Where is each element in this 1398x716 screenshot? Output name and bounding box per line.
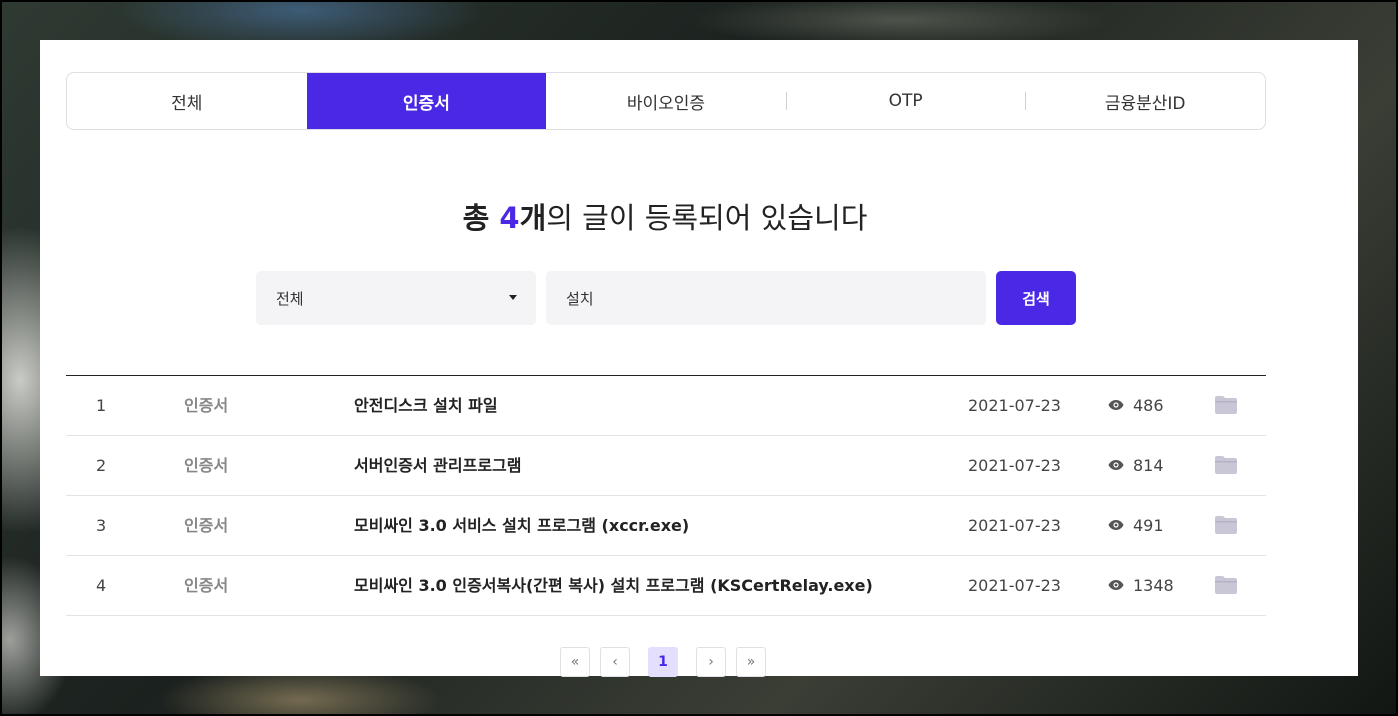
list-item[interactable]: 1 인증서 안전디스크 설치 파일 2021-07-23 486: [66, 376, 1266, 436]
search-filter-value: 전체: [276, 289, 304, 308]
post-count-heading: 총 4개의 글이 등록되어 있습니다: [40, 195, 1290, 237]
row-number: 1: [96, 396, 107, 415]
row-category: 인증서: [184, 456, 229, 475]
list-item[interactable]: 2 인증서 서버인증서 관리프로그램 2021-07-23 814: [66, 436, 1266, 496]
current-page-button[interactable]: 1: [648, 647, 678, 677]
list-item[interactable]: 4 인증서 모비싸인 3.0 인증서복사(간편 복사) 설치 프로그램 (KSC…: [66, 556, 1266, 616]
content-panel: 전체 인증서 바이오인증 OTP 금융분산ID 총 4개의 글이 등록되어 있습…: [40, 40, 1358, 677]
next-page-button[interactable]: ›: [696, 647, 726, 677]
row-date: 2021-07-23: [968, 396, 1061, 415]
row-number: 2: [96, 456, 107, 475]
search-input[interactable]: [546, 271, 986, 325]
prev-page-button[interactable]: ‹: [600, 647, 630, 677]
row-title[interactable]: 모비싸인 3.0 서비스 설치 프로그램 (xccr.exe): [354, 496, 689, 555]
row-views: 814: [1133, 456, 1164, 475]
search-button[interactable]: 검색: [996, 271, 1076, 325]
last-page-button[interactable]: »: [736, 647, 766, 677]
tab-distributed-id[interactable]: 금융분산ID: [1025, 73, 1265, 129]
row-number: 4: [96, 576, 107, 595]
row-number: 3: [96, 516, 107, 535]
tab-bio-auth[interactable]: 바이오인증: [546, 73, 786, 129]
eye-icon: [1108, 399, 1124, 411]
post-list: 1 인증서 안전디스크 설치 파일 2021-07-23 486 2 인증서 서…: [66, 375, 1266, 616]
folder-icon[interactable]: [1215, 516, 1237, 534]
list-item[interactable]: 3 인증서 모비싸인 3.0 서비스 설치 프로그램 (xccr.exe) 20…: [66, 496, 1266, 556]
count-number: 4: [499, 201, 520, 235]
first-page-button[interactable]: «: [560, 647, 590, 677]
tab-certificate[interactable]: 인증서: [306, 73, 547, 129]
search-filter-select[interactable]: 전체: [256, 271, 536, 325]
count-unit: 개: [519, 201, 547, 235]
folder-icon[interactable]: [1215, 396, 1237, 414]
folder-icon[interactable]: [1215, 576, 1237, 594]
row-category: 인증서: [184, 396, 229, 415]
row-category: 인증서: [184, 516, 229, 535]
folder-icon[interactable]: [1215, 456, 1237, 474]
eye-icon: [1108, 579, 1124, 591]
count-suffix: 의 글이 등록되어 있습니다: [546, 201, 868, 235]
row-title[interactable]: 안전디스크 설치 파일: [354, 376, 498, 435]
row-views: 1348: [1133, 576, 1174, 595]
row-views: 486: [1133, 396, 1164, 415]
count-prefix: 총: [462, 201, 500, 235]
row-views: 491: [1133, 516, 1164, 535]
row-title[interactable]: 모비싸인 3.0 인증서복사(간편 복사) 설치 프로그램 (KSCertRel…: [354, 556, 873, 615]
caret-down-icon: [509, 295, 517, 300]
row-date: 2021-07-23: [968, 576, 1061, 595]
row-date: 2021-07-23: [968, 516, 1061, 535]
tab-all[interactable]: 전체: [67, 73, 307, 129]
tab-otp[interactable]: OTP: [785, 73, 1026, 129]
category-tabs: 전체 인증서 바이오인증 OTP 금융분산ID: [66, 72, 1266, 130]
row-date: 2021-07-23: [968, 456, 1061, 475]
eye-icon: [1108, 519, 1124, 531]
pagination: « ‹ 1 › »: [560, 647, 766, 677]
row-category: 인증서: [184, 576, 229, 595]
eye-icon: [1108, 459, 1124, 471]
row-title[interactable]: 서버인증서 관리프로그램: [354, 436, 522, 495]
